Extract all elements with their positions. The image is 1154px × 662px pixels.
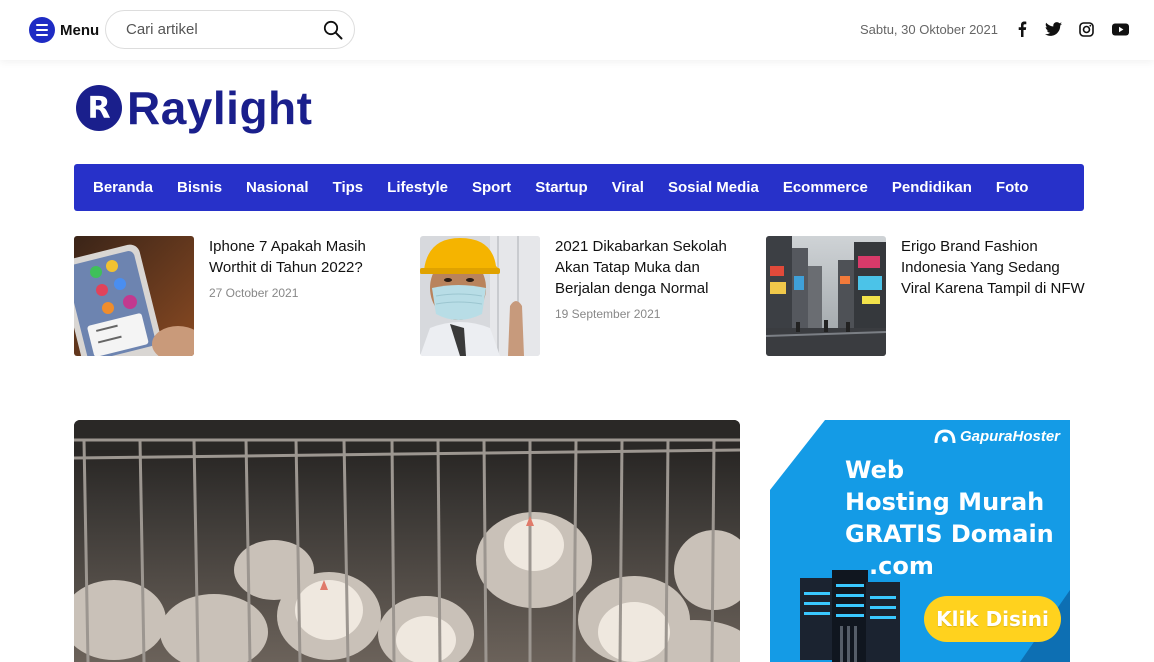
nav-item-ecommerce[interactable]: Ecommerce	[783, 179, 868, 196]
nav-item-bisnis[interactable]: Bisnis	[177, 179, 222, 196]
ad-brand-name: GapuraHoster	[959, 428, 1060, 445]
nav-item-viral[interactable]: Viral	[612, 179, 644, 196]
article-title[interactable]: Erigo Brand Fashion Indonesia Yang Sedan…	[901, 236, 1086, 299]
nav-item-pendidikan[interactable]: Pendidikan	[892, 179, 972, 196]
ad-banner[interactable]: GapuraHoster Web Hosting Murah GRATIS Do…	[770, 420, 1070, 662]
menu-button[interactable]: Menu	[29, 17, 99, 43]
featured-article-image[interactable]	[74, 420, 740, 662]
current-date: Sabtu, 30 Oktober 2021	[859, 22, 998, 37]
trending-card[interactable]: Iphone 7 Apakah Masih Worthit di Tahun 2…	[74, 236, 394, 356]
nav-item-foto[interactable]: Foto	[996, 179, 1028, 196]
twitter-icon[interactable]	[1044, 20, 1062, 38]
trending-card[interactable]: 2021 Dikabarkan Sekolah Akan Tatap Muka …	[420, 236, 740, 356]
ad-line-4: .com	[869, 552, 934, 580]
ad-headline: Web Hosting Murah GRATIS Domain .com	[845, 454, 1054, 582]
nav-item-beranda[interactable]: Beranda	[93, 179, 153, 196]
article-date: 19 September 2021	[555, 307, 661, 321]
article-thumbnail-phone[interactable]	[74, 236, 194, 356]
ad-brand: GapuraHoster	[934, 428, 1060, 445]
article-thumbnail-city[interactable]	[766, 236, 886, 356]
top-bar: Menu Sabtu, 30 Oktober 2021	[0, 0, 1154, 60]
logo-text: Raylight	[127, 82, 313, 134]
nav-item-sosial-media[interactable]: Sosial Media	[668, 179, 759, 196]
nav-item-nasional[interactable]: Nasional	[246, 179, 309, 196]
menu-label: Menu	[60, 21, 100, 39]
nav-item-startup[interactable]: Startup	[535, 179, 588, 196]
gapurahoster-logo-icon	[934, 428, 956, 443]
article-thumbnail-worker[interactable]	[420, 236, 540, 356]
ad-line-1: Web	[845, 456, 905, 484]
youtube-icon[interactable]	[1111, 20, 1129, 38]
article-date: 27 October 2021	[209, 286, 299, 300]
nav-item-lifestyle[interactable]: Lifestyle	[387, 179, 448, 196]
ad-cta-button[interactable]: Klik Disini	[924, 596, 1061, 642]
search-icon[interactable]	[323, 20, 343, 40]
article-title[interactable]: 2021 Dikabarkan Sekolah Akan Tatap Muka …	[555, 236, 740, 299]
instagram-icon[interactable]	[1077, 20, 1095, 38]
ad-line-3: GRATIS Domain	[845, 520, 1054, 548]
logo-mark: R	[76, 85, 122, 131]
ad-line-2: Hosting Murah	[845, 488, 1045, 516]
trending-card[interactable]: Erigo Brand Fashion Indonesia Yang Sedan…	[766, 236, 1086, 356]
nav-item-sport[interactable]: Sport	[472, 179, 511, 196]
search-input[interactable]	[126, 21, 316, 38]
facebook-icon[interactable]	[1013, 20, 1031, 38]
main-nav: Beranda Bisnis Nasional Tips Lifestyle S…	[74, 164, 1084, 211]
site-logo[interactable]: R Raylight	[76, 84, 312, 132]
search-box	[105, 10, 355, 49]
hamburger-icon	[29, 17, 55, 43]
nav-item-tips[interactable]: Tips	[333, 179, 364, 196]
article-title[interactable]: Iphone 7 Apakah Masih Worthit di Tahun 2…	[209, 236, 394, 278]
